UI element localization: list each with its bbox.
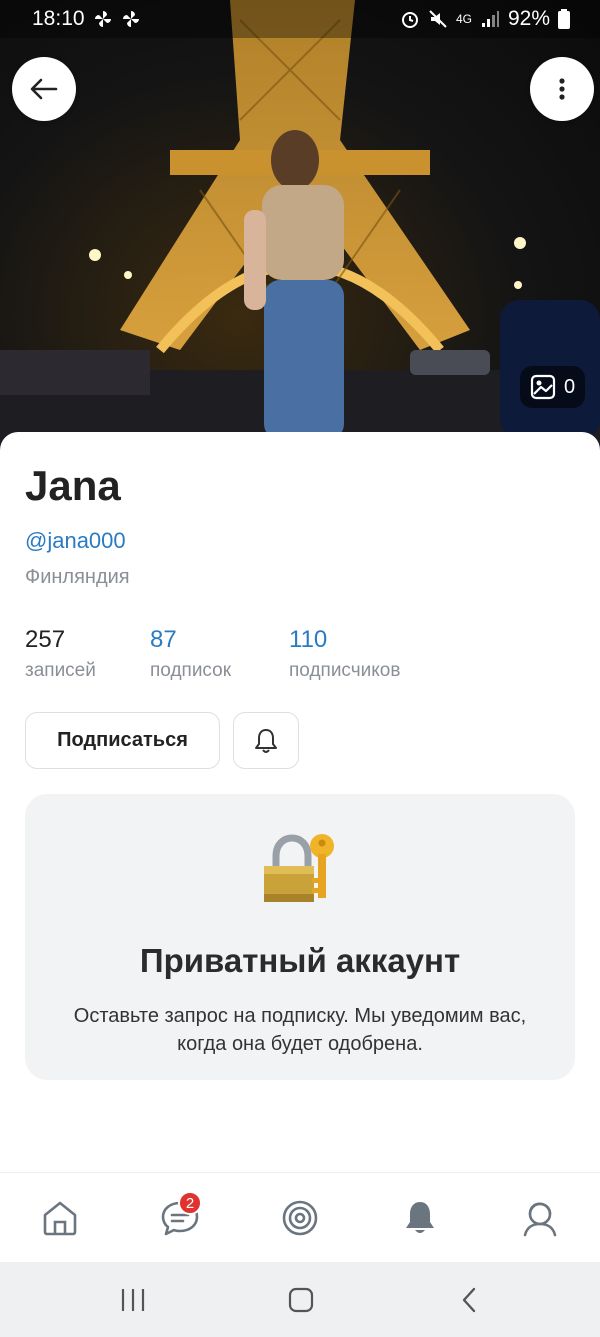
image-icon [530, 374, 556, 400]
stat-followers[interactable]: 110 подписчиков [289, 626, 400, 682]
home-icon [43, 1201, 77, 1236]
back-button[interactable] [12, 57, 76, 121]
bell-icon [255, 728, 277, 753]
profile-section: Jana @jana000 Финляндия 257 записей 87 п… [0, 432, 600, 1172]
home-system-button[interactable] [281, 1282, 321, 1318]
more-vertical-icon [559, 78, 565, 100]
lock-key-icon [264, 834, 334, 902]
more-options-button[interactable] [530, 57, 594, 121]
alarm-icon [401, 12, 418, 28]
notifications-icon [406, 1202, 434, 1233]
stat-following-label: подписок [150, 660, 232, 681]
discover-icon [282, 1200, 318, 1236]
home-square-icon [288, 1287, 314, 1313]
private-account-text: Оставьте запрос на подписку. Мы уведомим… [73, 1005, 527, 1055]
nav-discover[interactable] [277, 1195, 323, 1241]
profile-username[interactable]: @jana000 [25, 528, 126, 554]
nav-profile[interactable] [517, 1195, 563, 1241]
stat-posts-label: записей [25, 660, 96, 681]
stat-following[interactable]: 87 подписок [150, 626, 231, 682]
bottom-navigation: 2 [0, 1172, 600, 1262]
battery-percent: 92% [507, 7, 550, 30]
photo-count-value: 0 [564, 375, 576, 398]
private-account-title: Приватный аккаунт [139, 942, 461, 979]
mute-icon [429, 10, 447, 28]
cover-image [0, 0, 600, 450]
private-account-panel: Приватный аккаунт Оставьте запрос на под… [25, 794, 575, 1080]
profile-name: Jana [25, 462, 121, 509]
signal-icon [481, 11, 499, 27]
stat-posts-value: 257 [25, 626, 66, 653]
pinwheel-icon [122, 11, 139, 27]
status-time: 18:10 [32, 7, 85, 30]
pinwheel-icon [94, 11, 111, 27]
recent-apps-button[interactable] [113, 1282, 153, 1318]
photo-count-badge[interactable]: 0 [520, 366, 586, 408]
stat-followers-label: подписчиков [289, 660, 401, 681]
recent-apps-icon [121, 1289, 145, 1311]
stat-followers-value: 110 [289, 626, 328, 653]
system-navigation-bar [0, 1262, 600, 1337]
back-system-button[interactable] [449, 1282, 489, 1318]
profile-icon [523, 1202, 557, 1237]
status-bar: 18:10 4G 92% [0, 0, 600, 38]
notify-button[interactable] [233, 712, 299, 769]
messages-badge: 2 [178, 1191, 202, 1215]
stat-posts[interactable]: 257 записей [25, 626, 96, 682]
nav-notifications[interactable] [397, 1195, 443, 1241]
chevron-left-icon [462, 1287, 476, 1313]
stat-following-value: 87 [150, 626, 177, 653]
nav-home[interactable] [37, 1195, 83, 1241]
cover-photo[interactable]: 18:10 4G 92% 0 [0, 0, 600, 450]
battery-icon [558, 9, 570, 29]
network-label: 4G [455, 12, 472, 26]
profile-location: Финляндия [25, 566, 130, 588]
subscribe-button[interactable]: Подписаться [25, 712, 220, 769]
arrow-left-icon [30, 78, 58, 100]
